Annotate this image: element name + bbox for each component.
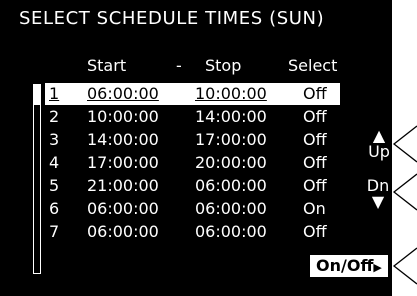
row-index: 4 bbox=[49, 153, 60, 172]
row-stop-time: 20:00:00 bbox=[195, 153, 267, 172]
row-stop-time: 17:00:00 bbox=[195, 130, 267, 149]
schedule-row[interactable]: 4 17:00:00 20:00:00 Off bbox=[45, 152, 340, 174]
row-start-time: 21:00:00 bbox=[87, 176, 159, 195]
row-start-time: 10:00:00 bbox=[87, 107, 159, 126]
row-start-time: 06:00:00 bbox=[87, 199, 159, 218]
schedule-row[interactable]: 2 10:00:00 14:00:00 Off bbox=[45, 106, 340, 128]
schedule-row[interactable]: 5 21:00:00 06:00:00 Off bbox=[45, 175, 340, 197]
row-select-value: Off bbox=[303, 107, 327, 126]
row-stop-time: 06:00:00 bbox=[195, 199, 267, 218]
screen-title: SELECT SCHEDULE TIMES (SUN) bbox=[19, 8, 325, 29]
on-off-label: On/Off bbox=[316, 256, 374, 275]
column-header-select: Select bbox=[288, 56, 338, 75]
row-select-value: Off bbox=[303, 176, 327, 195]
row-stop-time: 14:00:00 bbox=[195, 107, 267, 126]
up-softkey[interactable]: ▲ Up bbox=[368, 128, 390, 160]
row-index: 7 bbox=[49, 222, 60, 241]
row-select-value: Off bbox=[303, 153, 327, 172]
up-key-pointer-icon bbox=[392, 125, 417, 163]
column-header-start: Start bbox=[87, 56, 127, 75]
row-index: 1 bbox=[49, 84, 60, 103]
row-select-value: Off bbox=[303, 84, 327, 103]
scrollbar-thumb bbox=[34, 85, 40, 105]
schedule-row[interactable]: 1 06:00:00 10:00:00 Off bbox=[45, 83, 340, 105]
column-header-stop: Stop bbox=[205, 56, 242, 75]
schedule-row[interactable]: 7 06:00:00 06:00:00 Off bbox=[45, 221, 340, 243]
down-key-pointer-icon bbox=[392, 173, 417, 211]
onoff-key-pointer-icon bbox=[392, 247, 417, 285]
row-stop-time: 06:00:00 bbox=[195, 222, 267, 241]
on-off-softkey[interactable]: On/Off▶ bbox=[310, 255, 388, 277]
scrollbar bbox=[33, 84, 41, 274]
row-index: 5 bbox=[49, 176, 60, 195]
row-start-time: 06:00:00 bbox=[87, 222, 159, 241]
schedule-row[interactable]: 3 14:00:00 17:00:00 Off bbox=[45, 129, 340, 151]
row-stop-time: 10:00:00 bbox=[195, 84, 267, 103]
row-select-value: Off bbox=[303, 222, 327, 241]
row-select-value: On bbox=[303, 199, 326, 218]
right-arrow-icon: ▶ bbox=[373, 261, 382, 274]
up-label: Up bbox=[368, 142, 390, 161]
row-start-time: 06:00:00 bbox=[87, 84, 159, 103]
row-index: 6 bbox=[49, 199, 60, 218]
row-start-time: 14:00:00 bbox=[87, 130, 159, 149]
down-softkey[interactable]: Dn ▼ bbox=[366, 178, 390, 210]
row-index: 3 bbox=[49, 130, 60, 149]
lcd-screen: SELECT SCHEDULE TIMES (SUN) Start - Stop… bbox=[0, 0, 392, 296]
schedule-row[interactable]: 6 06:00:00 06:00:00 On bbox=[45, 198, 340, 220]
row-index: 2 bbox=[49, 107, 60, 126]
column-header-dash: - bbox=[176, 56, 182, 75]
row-stop-time: 06:00:00 bbox=[195, 176, 267, 195]
row-start-time: 17:00:00 bbox=[87, 153, 159, 172]
row-select-value: Off bbox=[303, 130, 327, 149]
down-arrow-icon: ▼ bbox=[371, 192, 385, 211]
